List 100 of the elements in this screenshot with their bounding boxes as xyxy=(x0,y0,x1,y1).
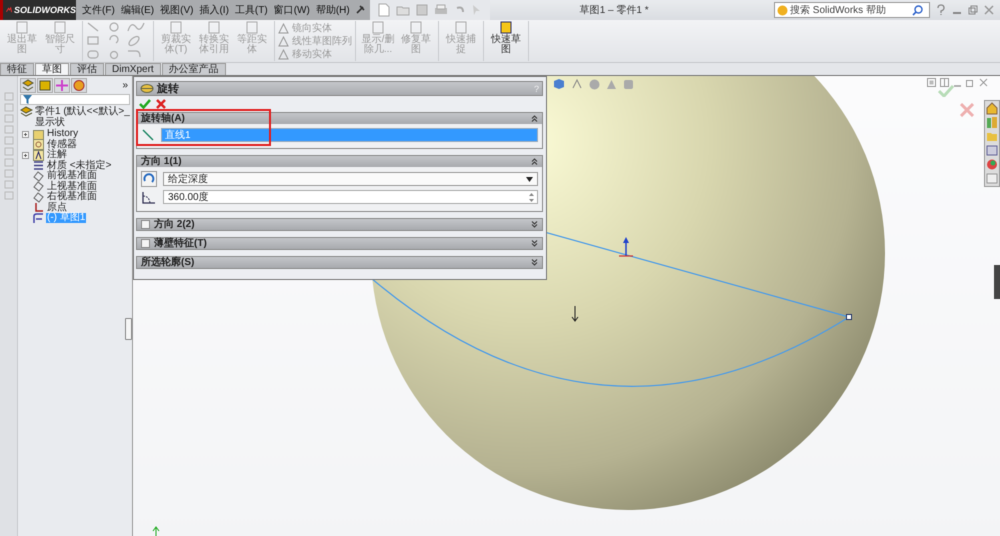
confirm-checkmark-icon[interactable] xyxy=(938,85,954,97)
restore-icon[interactable] xyxy=(966,78,975,87)
crosshair-tab-icon[interactable] xyxy=(54,78,70,93)
section-header[interactable]: 方向 2(2) xyxy=(137,219,542,230)
origin-icon xyxy=(33,202,44,214)
feature-tree-tab-icon[interactable] xyxy=(20,78,36,93)
property-tab-icon[interactable] xyxy=(37,78,53,93)
ribbon-tab[interactable]: 特征 xyxy=(0,63,34,75)
close-icon[interactable] xyxy=(979,78,988,87)
graphics-viewport[interactable]: 旋转 ? 旋转轴(A) 直线1 方向 1(1) 给定深度 360.00度 方向 2(2) 薄壁特征(T) 所选轮廓(S) xyxy=(133,76,1000,536)
property-manager-title: 旋转 xyxy=(157,82,179,96)
ribbon-tab[interactable]: DimXpert xyxy=(105,63,161,75)
endpoint-marker[interactable] xyxy=(846,314,852,320)
section-view-icon[interactable] xyxy=(571,78,583,90)
tree-item[interactable]: 原点 xyxy=(46,202,68,213)
tree-item[interactable]: History xyxy=(46,129,80,140)
tree-item[interactable]: 注解 xyxy=(46,150,68,160)
tree-item[interactable]: 右视基准面 xyxy=(46,192,98,202)
view-orientation-icon[interactable] xyxy=(553,78,565,90)
properties-icon[interactable] xyxy=(986,172,998,185)
collapse-chevron-icon[interactable] xyxy=(531,240,538,247)
section-title: 所选轮廓(S) xyxy=(141,258,194,268)
ribbon-tab[interactable]: 评估 xyxy=(70,63,104,75)
library-icon[interactable] xyxy=(986,116,998,129)
pin-icon[interactable] xyxy=(354,4,366,16)
collapse-chevron-icon[interactable] xyxy=(531,158,538,165)
appearance-icon[interactable] xyxy=(986,158,998,171)
checkbox[interactable] xyxy=(141,239,150,248)
cancel-x-icon[interactable] xyxy=(156,99,166,109)
window-title: 草图1 – 零件1 * xyxy=(580,4,649,17)
restore-icon[interactable] xyxy=(968,5,978,15)
print-icon[interactable] xyxy=(434,4,448,16)
collapse-chevron-icon[interactable] xyxy=(531,115,538,122)
checkbox[interactable] xyxy=(141,220,150,229)
tree-item[interactable]: 零件1 (默认<<默认>_显示状 xyxy=(35,106,131,128)
search-icon[interactable] xyxy=(912,4,923,16)
command-icon xyxy=(408,21,424,35)
section-title: 薄壁特征(T) xyxy=(154,238,207,248)
angle-field[interactable]: 360.00度 xyxy=(163,190,538,204)
tree-item[interactable]: 材质 <未指定> xyxy=(46,160,112,171)
command-icon xyxy=(14,21,30,35)
annotation-icon xyxy=(33,150,44,161)
tree-item[interactable]: 上视基准面 xyxy=(46,182,98,192)
end-condition-dropdown[interactable]: 给定深度 xyxy=(163,172,538,186)
menu-item[interactable]: 编辑(E) xyxy=(118,3,156,17)
split-view-icon[interactable] xyxy=(940,78,949,87)
section-header[interactable]: 薄壁特征(T) xyxy=(137,238,542,249)
collapse-chevron-icon[interactable] xyxy=(531,259,538,266)
open-folder-icon[interactable] xyxy=(396,4,410,16)
split-view-icon[interactable] xyxy=(927,78,936,87)
menu-item[interactable]: 视图(V) xyxy=(158,3,196,17)
plane-icon xyxy=(33,181,44,192)
triangle-icon xyxy=(278,36,289,46)
triangle-icon xyxy=(278,48,289,60)
material-icon xyxy=(33,160,44,172)
display-style-icon[interactable] xyxy=(589,78,600,90)
section-header[interactable]: 所选轮廓(S) xyxy=(137,257,542,268)
menu-item[interactable]: 帮助(H) xyxy=(314,3,352,17)
home-icon[interactable] xyxy=(986,102,998,115)
panel-splitter-handle[interactable] xyxy=(125,318,132,340)
command-icon xyxy=(370,21,386,35)
collapse-chevron-icon[interactable] xyxy=(531,221,538,228)
angle-icon xyxy=(141,189,157,205)
expand-panel-button[interactable]: » xyxy=(122,80,128,91)
ribbon-tab[interactable]: 草图 xyxy=(35,63,69,75)
close-icon[interactable] xyxy=(984,5,994,15)
cancel-x-icon[interactable] xyxy=(960,103,974,117)
expand-icon[interactable] xyxy=(22,152,29,159)
palette-icon[interactable] xyxy=(986,144,998,157)
search-field[interactable]: 搜索 SolidWorks 帮助 xyxy=(774,2,930,18)
section-title: 方向 2(2) xyxy=(154,220,195,230)
new-document-icon[interactable] xyxy=(378,3,390,17)
save-icon[interactable] xyxy=(416,4,428,16)
menu-item[interactable]: 窗口(W) xyxy=(272,3,312,17)
command-icon xyxy=(498,21,514,35)
ribbon-tab[interactable]: 办公室产品 xyxy=(162,63,226,75)
axis-line-icon xyxy=(141,128,155,142)
filter-field[interactable] xyxy=(20,94,130,105)
section-title: 方向 1(1) xyxy=(141,156,182,166)
section-header[interactable]: 方向 1(1) xyxy=(137,156,542,167)
tree-item[interactable]: 传感器 xyxy=(46,140,78,150)
appearance-tab-icon[interactable] xyxy=(71,78,87,93)
app-name: SOLIDWORKS xyxy=(14,5,76,15)
sketch-icon xyxy=(33,212,44,224)
dropdown-arrow-icon xyxy=(526,176,533,182)
cursor-icon xyxy=(572,306,578,322)
hide-show-icon[interactable] xyxy=(606,78,617,90)
expand-icon[interactable] xyxy=(22,130,29,138)
tree-item[interactable]: 前视基准面 xyxy=(46,171,98,182)
help-icon[interactable] xyxy=(936,4,946,16)
spinner-icon[interactable] xyxy=(528,192,535,202)
ok-checkmark-icon[interactable] xyxy=(139,99,151,109)
filter-icon xyxy=(23,95,32,104)
revolve-icon xyxy=(140,83,154,94)
menu-item[interactable]: 工具(T) xyxy=(232,3,270,17)
section-header[interactable]: 旋转轴(A) xyxy=(137,113,542,124)
menu-item[interactable]: 插入(I) xyxy=(197,3,231,17)
reverse-direction-icon[interactable] xyxy=(141,171,157,187)
menu-item[interactable]: 文件(F) xyxy=(80,3,117,17)
ribbon-button[interactable]: 快速草图 xyxy=(487,21,525,61)
